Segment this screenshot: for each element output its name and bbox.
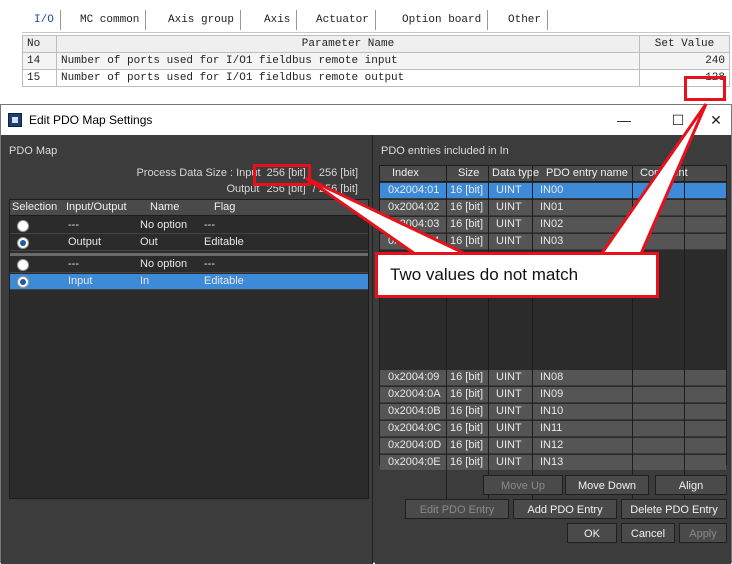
mismatch-callout: Two values do not match [375,252,659,298]
callout-pointer-left [305,176,471,258]
callout-pointer-right [597,103,708,258]
